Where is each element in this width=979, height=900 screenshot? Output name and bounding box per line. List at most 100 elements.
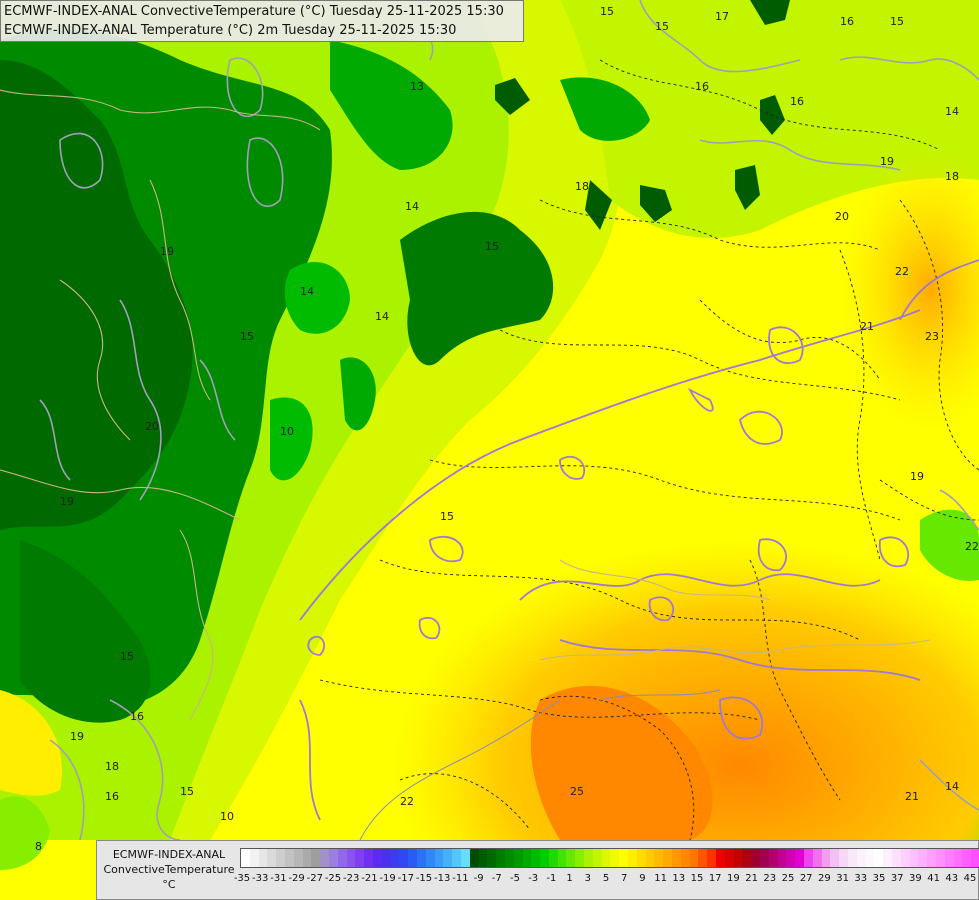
legend-swatch bbox=[592, 849, 602, 867]
contour-label: 10 bbox=[220, 810, 234, 823]
legend-swatch bbox=[689, 849, 699, 867]
legend-swatch bbox=[531, 849, 541, 867]
legend-swatch bbox=[320, 849, 329, 867]
legend-tick-label: 27 bbox=[799, 873, 813, 884]
contour-label: 15 bbox=[600, 5, 614, 18]
legend-tick-label: -23 bbox=[343, 873, 360, 884]
legend-tick-label: 11 bbox=[654, 873, 667, 884]
color-legend: ECMWF-INDEX-ANAL ConvectiveTemperature °… bbox=[96, 840, 979, 900]
legend-tick-label: -29 bbox=[288, 873, 305, 884]
legend-swatch bbox=[619, 849, 629, 867]
legend-swatch bbox=[364, 849, 373, 867]
contour-label: 22 bbox=[400, 795, 414, 808]
legend-swatch bbox=[856, 849, 866, 867]
contour-label: 22 bbox=[965, 540, 979, 553]
contour-label: 19 bbox=[160, 245, 174, 258]
legend-swatch bbox=[601, 849, 611, 867]
map-title-temperature: ECMWF-INDEX-ANAL Temperature (°C) 2m Tue… bbox=[4, 23, 457, 38]
legend-swatch bbox=[724, 849, 734, 867]
legend-swatch bbox=[443, 849, 453, 867]
legend-swatch bbox=[971, 849, 979, 867]
contour-label: 15 bbox=[240, 330, 254, 343]
legend-ticks: -35 -33 -31 -29 -27 -25 -23 -21 -19 -17 -15 -13 -11-… bbox=[234, 873, 978, 887]
legend-swatch bbox=[381, 849, 391, 867]
legend-swatch bbox=[399, 849, 409, 867]
legend-swatch bbox=[522, 849, 532, 867]
legend-swatch bbox=[548, 849, 558, 867]
contour-label: 21 bbox=[905, 790, 919, 803]
legend-swatch bbox=[566, 849, 576, 867]
legend-tick-label: -3 bbox=[528, 873, 539, 884]
contour-label: 20 bbox=[835, 210, 849, 223]
legend-tick-label: 35 bbox=[872, 873, 886, 884]
legend-tick-label: 31 bbox=[836, 873, 849, 884]
legend-swatch bbox=[584, 849, 593, 867]
legend-swatch bbox=[716, 849, 725, 867]
legend-tick-label: 5 bbox=[602, 873, 610, 884]
contour-label: 16 bbox=[695, 80, 709, 93]
legend-swatch bbox=[267, 849, 277, 867]
legend-tick-label: 25 bbox=[781, 873, 795, 884]
contour-label: 13 bbox=[410, 80, 424, 93]
legend-tick-label: 43 bbox=[945, 873, 959, 884]
legend-tick-label: 29 bbox=[818, 873, 831, 884]
contour-label: 18 bbox=[105, 760, 119, 773]
legend-tick-label: 9 bbox=[639, 873, 646, 884]
legend-tick-label: 41 bbox=[927, 873, 940, 884]
contour-label: 18 bbox=[945, 170, 959, 183]
legend-swatch bbox=[302, 849, 312, 867]
legend-tick-label: 15 bbox=[690, 873, 704, 884]
legend-swatch bbox=[496, 849, 505, 867]
contour-label: 18 bbox=[575, 180, 589, 193]
legend-swatch bbox=[874, 849, 884, 867]
legend-swatch bbox=[821, 849, 831, 867]
legend-swatch bbox=[935, 849, 945, 867]
legend-title-variable: ConvectiveTemperature bbox=[103, 863, 235, 876]
contour-label: 19 bbox=[70, 730, 84, 743]
contour-label: 16 bbox=[105, 790, 119, 803]
legend-swatch bbox=[891, 849, 901, 867]
map-title-panel: ECMWF-INDEX-ANAL ConvectiveTemperature (… bbox=[0, 0, 524, 42]
legend-swatch bbox=[390, 849, 400, 867]
legend-swatch bbox=[962, 849, 972, 867]
legend-swatch bbox=[478, 849, 488, 867]
contour-label: 16 bbox=[840, 15, 854, 28]
legend-swatch bbox=[909, 849, 919, 867]
legend-swatch bbox=[241, 849, 250, 867]
legend-swatch bbox=[469, 849, 479, 867]
contour-label: 15 bbox=[655, 20, 669, 33]
weather-map: 131517 1616151415181914181620222321141922… bbox=[0, 0, 979, 900]
legend-swatch bbox=[804, 849, 813, 867]
legend-swatch bbox=[865, 849, 875, 867]
contour-label: 14 bbox=[945, 780, 959, 793]
contour-label: 14 bbox=[405, 200, 419, 213]
legend-swatch bbox=[636, 849, 646, 867]
contour-label: 15 bbox=[890, 15, 904, 28]
legend-swatch bbox=[812, 849, 822, 867]
legend-swatch bbox=[372, 849, 382, 867]
legend-tick-label: -9 bbox=[473, 873, 484, 884]
legend-tick-label: -1 bbox=[546, 873, 557, 884]
contour-label: 23 bbox=[925, 330, 939, 343]
contour-label: 16 bbox=[130, 710, 144, 723]
legend-swatch bbox=[355, 849, 365, 867]
legend-swatch bbox=[311, 849, 321, 867]
legend-tick-label: -19 bbox=[379, 873, 396, 884]
legend-tick-label: -17 bbox=[397, 873, 414, 884]
legend-tick-label: -7 bbox=[491, 873, 502, 884]
legend-tick-label: 3 bbox=[584, 873, 591, 884]
legend-tick-label: 23 bbox=[763, 873, 777, 884]
legend-swatch bbox=[346, 849, 356, 867]
legend-tick-label: -21 bbox=[361, 873, 378, 884]
legend-tick-label: 13 bbox=[672, 873, 686, 884]
legend-swatch bbox=[249, 849, 259, 867]
contour-label: 15 bbox=[485, 240, 499, 253]
legend-swatch bbox=[830, 849, 840, 867]
contour-label: 15 bbox=[120, 650, 134, 663]
contour-label: 10 bbox=[280, 425, 294, 438]
legend-swatch bbox=[707, 849, 717, 867]
legend-swatch bbox=[293, 849, 303, 867]
legend-swatch bbox=[918, 849, 928, 867]
legend-swatch bbox=[460, 849, 470, 867]
legend-swatch bbox=[284, 849, 294, 867]
